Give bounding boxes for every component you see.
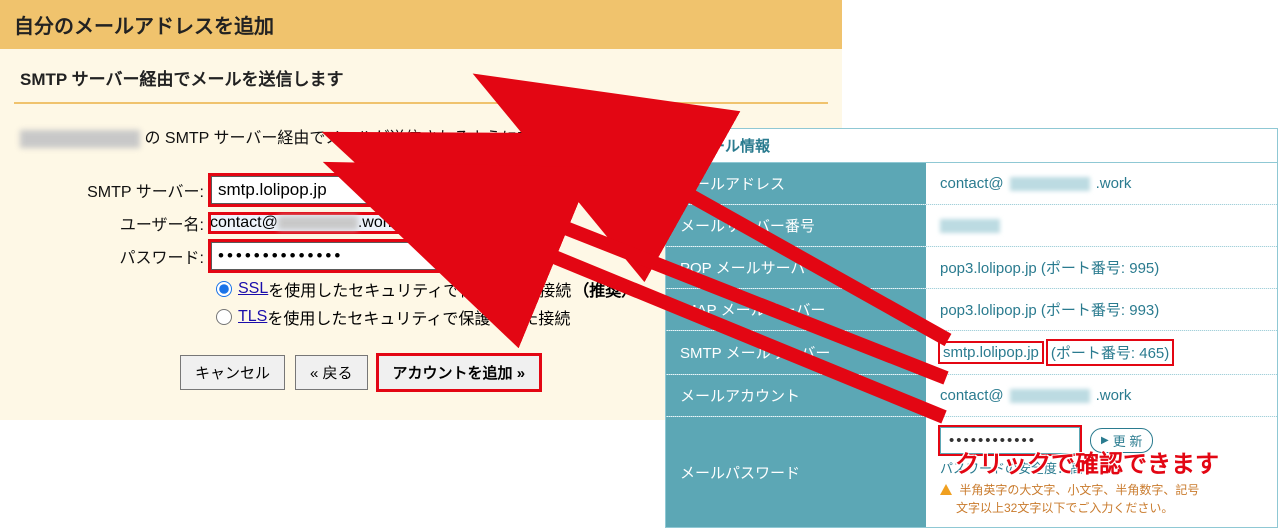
password-input[interactable] (210, 241, 513, 271)
row-imap: IMAP メールサーバー pop3.lolipop.jp (ポート番号: 993… (666, 289, 1277, 331)
blurred-user-domain (278, 216, 358, 230)
blurred-domain (20, 130, 140, 148)
back-button[interactable]: « 戻る (295, 355, 368, 390)
row-account: メールアカウント contact@ .work (666, 375, 1277, 417)
tls-link[interactable]: TLS (238, 308, 267, 326)
divider (14, 102, 828, 104)
add-account-button[interactable]: アカウントを追加 » (378, 355, 541, 390)
dialog-subtitle: SMTP サーバー経由でメールを送信します (0, 49, 842, 94)
tls-radio[interactable] (216, 309, 232, 325)
ssl-link[interactable]: SSL (238, 280, 268, 298)
val-smtp: smtp.lolipop.jp (ポート番号: 465) (926, 331, 1277, 374)
blurred-domain (1010, 177, 1090, 191)
dialog-title: 自分のメールアドレスを追加 (14, 10, 828, 39)
smtp-port-highlight: (ポート番号: 465) (1048, 341, 1172, 364)
desc-text: の SMTP サーバー経由でメールが送信されるように設定します。 (144, 130, 611, 147)
val-pop: pop3.lolipop.jp (ポート番号: 995) (926, 247, 1277, 288)
row-server-number: メールサーバー番号 (666, 205, 1277, 247)
square-bullet-icon (676, 140, 687, 151)
username-input[interactable]: contact@ .work (210, 214, 513, 232)
mail-info-header: メール情報 (666, 129, 1277, 163)
cancel-button[interactable]: キャンセル (180, 355, 285, 390)
label-smtp: SMTP サーバー: (20, 178, 210, 202)
dialog-title-bar: 自分のメールアドレスを追加 (0, 0, 842, 49)
port-select[interactable]: 465 (585, 174, 649, 205)
label-password: パスワード: (20, 244, 210, 268)
details-link[interactable]: 詳細 (616, 130, 648, 147)
row-pop: POP メールサーバー pop3.lolipop.jp (ポート番号: 995) (666, 247, 1277, 289)
row-mail-address: メールアドレス contact@ .work (666, 163, 1277, 205)
click-confirm-note: クリックで確認できます (955, 444, 1219, 479)
warning-icon (940, 484, 952, 495)
val-mail-address: contact@ .work (926, 163, 1277, 204)
val-imap: pop3.lolipop.jp (ポート番号: 993) (926, 289, 1277, 330)
password-warning: 半角英字の大文字、小文字、半角数字、記号 文字以上32文字以下でご入力ください。 (940, 481, 1199, 517)
smtp-server-input[interactable] (210, 175, 513, 205)
label-port: ポート: (527, 178, 579, 202)
val-server-number (926, 205, 1277, 246)
label-username: ユーザー名: (20, 211, 210, 235)
mail-info-title: メール情報 (695, 135, 770, 156)
blurred-domain (1010, 389, 1090, 403)
ssl-radio[interactable] (216, 281, 232, 297)
blurred-value (940, 219, 1000, 233)
row-smtp: SMTP メールサーバー smtp.lolipop.jp (ポート番号: 465… (666, 331, 1277, 375)
smtp-host-highlight: smtp.lolipop.jp (940, 343, 1042, 362)
val-account: contact@ .work (926, 375, 1277, 416)
